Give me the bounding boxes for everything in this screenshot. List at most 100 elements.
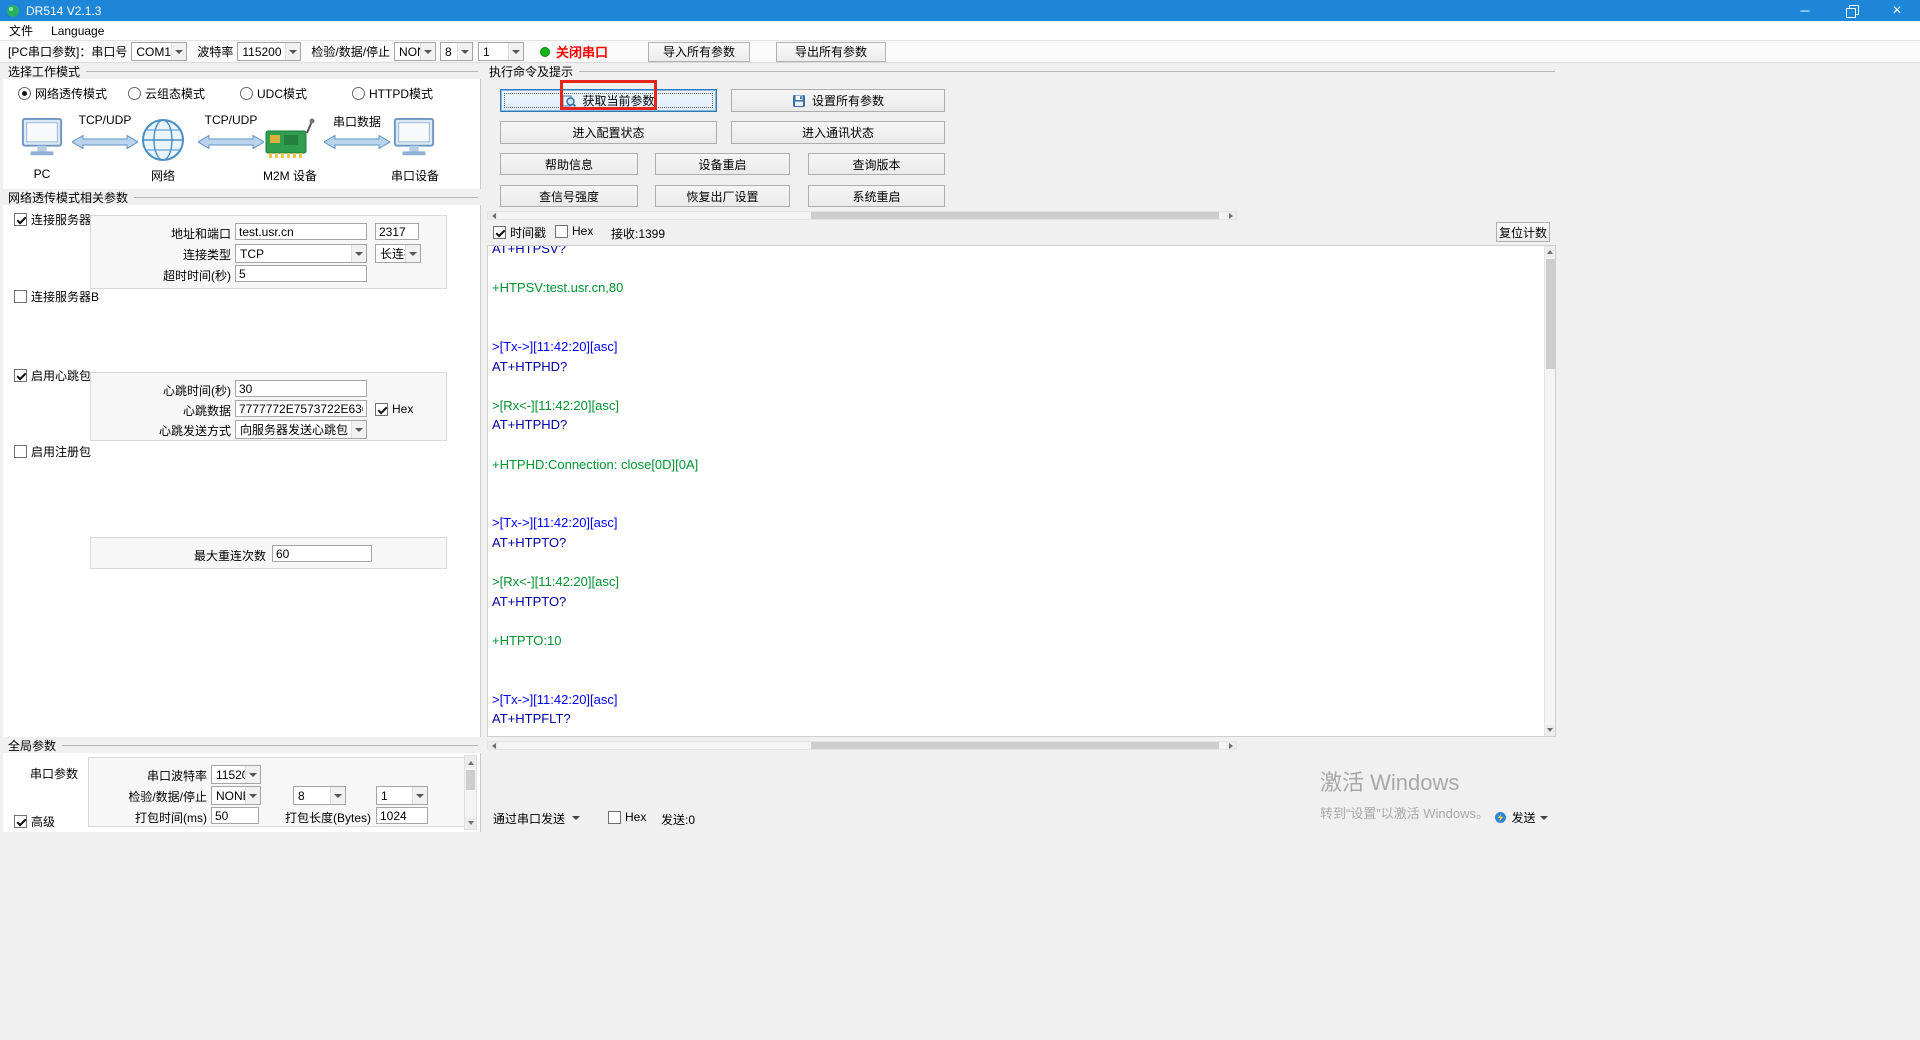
system-restart-button[interactable]: 系统重启 [808,185,945,207]
log-line [488,650,1555,670]
scroll-down-icon[interactable] [1545,725,1555,736]
radio-icon [352,87,365,100]
restore-button[interactable] [1828,0,1874,21]
timeout-input[interactable] [235,265,367,282]
radio-icon [240,87,253,100]
scrollbar-track[interactable] [498,742,1226,749]
baud-select[interactable]: 115200 [237,42,301,61]
global-params-scrollbar[interactable] [464,755,477,830]
serial-baud-select[interactable]: 115200 [211,765,261,784]
scroll-up-icon[interactable] [465,756,476,768]
scroll-right-icon[interactable] [1226,742,1236,749]
send-button[interactable]: 发送 [1492,807,1550,828]
send-hex-checkbox[interactable]: Hex [608,810,646,824]
minimize-button[interactable]: ─ [1782,0,1828,21]
databits-select[interactable]: 8 [440,42,473,61]
scroll-right-icon[interactable] [1226,212,1236,219]
conn-type-select[interactable]: TCP [235,244,367,263]
timestamp-checkbox[interactable]: 时间戳 [493,224,546,241]
pack-len-input[interactable] [376,807,428,824]
register-enable-checkbox[interactable]: 启用注册包 [14,443,91,460]
server-port-input[interactable] [375,223,419,240]
scrollbar-thumb[interactable] [811,742,1219,749]
send-via-serial-dropdown[interactable]: 通过串口发送 [493,808,580,828]
scroll-down-icon[interactable] [465,817,476,829]
conn-keep-select[interactable]: 长连接 [375,244,421,263]
serial-databits-select[interactable]: 8 [293,786,346,805]
chevron-down-icon [420,43,435,60]
scrollbar-thumb[interactable] [1546,259,1555,369]
receive-log-area[interactable]: AT+HTPSV? +HTPSV:test.usr.cn,80 >[Tx->][… [487,245,1556,737]
log-line: AT+HTPSV? [488,245,1555,259]
heartbeat-enable-checkbox[interactable]: 启用心跳包 [14,367,91,384]
parity-select[interactable]: NONI [394,42,436,61]
server-address-input[interactable] [235,223,367,240]
scroll-left-icon[interactable] [488,742,498,749]
scrollbar-thumb[interactable] [811,212,1219,219]
reset-count-button[interactable]: 复位计数 [1496,222,1550,242]
factory-reset-button[interactable]: 恢复出厂设置 [655,185,790,207]
log-line: >[Rx<-][11:42:20][asc] [488,396,1555,416]
conn-type-label: 连接类型 [93,247,231,263]
hb-mode-select[interactable]: 向服务器发送心跳包 [235,420,367,439]
network-label: 网络 [140,167,186,184]
log-line [488,435,1555,455]
scroll-up-icon[interactable] [1545,246,1555,257]
hb-data-input[interactable] [235,400,367,417]
menu-file[interactable]: 文件 [0,22,42,39]
advanced-checkbox[interactable]: 高级 [14,813,55,830]
import-params-button[interactable]: 导入所有参数 [648,42,750,62]
scroll-left-icon[interactable] [488,212,498,219]
max-reconnect-input[interactable] [272,545,372,562]
close-button[interactable]: × [1874,0,1920,21]
chevron-down-icon [171,43,186,60]
com-port-select[interactable]: COM10 [131,42,187,61]
checkbox-checked-icon [375,403,388,416]
hb-time-input[interactable] [235,380,367,397]
serial-parity-select[interactable]: NONE [211,786,261,805]
hb-hex-checkbox[interactable]: Hex [375,402,413,416]
chevron-down-icon [457,43,472,60]
serial-stopbits-select[interactable]: 1 [376,786,428,805]
chevron-down-icon [508,43,523,60]
checkbox-icon [555,225,568,238]
recv-count-label: 接收:1399 [611,225,665,242]
workmode-section-header: 选择工作模式 [3,63,481,79]
log-hscrollbar[interactable] [487,741,1237,750]
enter-config-button[interactable]: 进入配置状态 [500,121,717,144]
server-a-checkbox[interactable]: 连接服务器A [14,211,99,228]
log-line [488,317,1555,337]
log-vscrollbar[interactable] [1544,246,1555,736]
set-params-button[interactable]: 设置所有参数 [731,89,945,112]
mode-radio-cloud[interactable]: 云组态模式 [128,85,205,102]
button-panel-hscrollbar[interactable] [487,211,1237,220]
mode-radio-net-transparent[interactable]: 网络透传模式 [18,85,107,102]
pack-len-label: 打包长度(Bytes) [257,810,371,826]
recv-hex-checkbox[interactable]: Hex [555,224,593,238]
pack-time-input[interactable] [211,807,259,824]
pc-monitor-icon [20,117,64,164]
query-version-button[interactable]: 查询版本 [808,153,945,175]
scrollbar-thumb[interactable] [466,770,475,790]
divider [86,71,478,72]
scrollbar-track[interactable] [498,212,1226,219]
menu-language[interactable]: Language [42,24,113,38]
arrow-double-icon [324,135,390,152]
device-restart-button[interactable]: 设备重启 [655,153,790,175]
send-count-label: 发送:0 [661,811,695,828]
mode-radio-udc[interactable]: UDC模式 [240,85,307,102]
export-params-button[interactable]: 导出所有参数 [776,42,886,62]
net-params-header-label: 网络透传模式相关参数 [8,189,128,206]
help-info-button[interactable]: 帮助信息 [500,153,638,175]
m2m-label: M2M 设备 [258,167,322,184]
mode-radio-httpd[interactable]: HTTPD模式 [352,85,433,102]
serial-params-label: 串口参数 [30,765,78,782]
get-params-button[interactable]: 获取当前参数 [500,89,717,112]
close-port-button[interactable]: 关闭串口 [540,42,608,61]
link1-label: TCP/UDP [70,113,140,127]
save-disk-icon [792,94,806,108]
enter-comm-button[interactable]: 进入通讯状态 [731,121,945,144]
query-signal-button[interactable]: 查信号强度 [500,185,638,207]
stopbits-select[interactable]: 1 [478,42,524,61]
server-b-checkbox[interactable]: 连接服务器B [14,288,99,305]
